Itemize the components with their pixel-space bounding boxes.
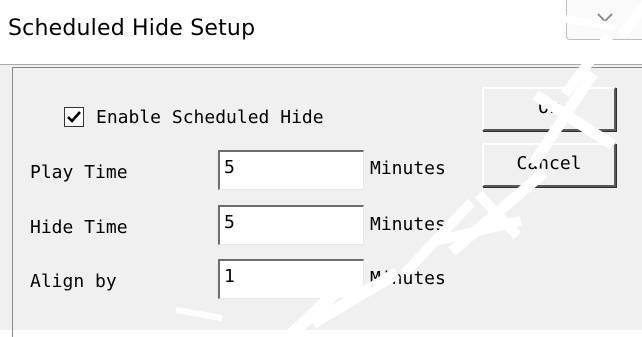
- window-title: Scheduled Hide Setup: [8, 16, 256, 41]
- align-by-input[interactable]: 1: [218, 259, 364, 299]
- hide-time-input[interactable]: 5: [218, 205, 364, 245]
- align-by-unit: Minutes: [370, 268, 446, 289]
- enable-scheduled-hide-label: Enable Scheduled Hide: [96, 107, 324, 128]
- ok-button[interactable]: Ok: [482, 87, 616, 131]
- hide-time-label: Hide Time: [30, 217, 128, 238]
- dialog-body: Enable Scheduled Hide Play Time 5 Minute…: [0, 64, 642, 337]
- title-bar: Scheduled Hide Setup: [0, 0, 642, 64]
- align-by-label: Align by: [30, 271, 117, 292]
- play-time-input[interactable]: 5: [218, 150, 364, 190]
- play-time-label: Play Time: [30, 162, 128, 183]
- enable-scheduled-hide-checkbox[interactable]: [64, 107, 84, 127]
- hide-time-unit: Minutes: [370, 214, 446, 235]
- close-icon: [597, 13, 613, 29]
- checkmark-icon: [67, 111, 81, 123]
- cancel-button[interactable]: Cancel: [482, 143, 616, 187]
- play-time-unit: Minutes: [370, 158, 446, 179]
- close-button[interactable]: [566, 0, 642, 40]
